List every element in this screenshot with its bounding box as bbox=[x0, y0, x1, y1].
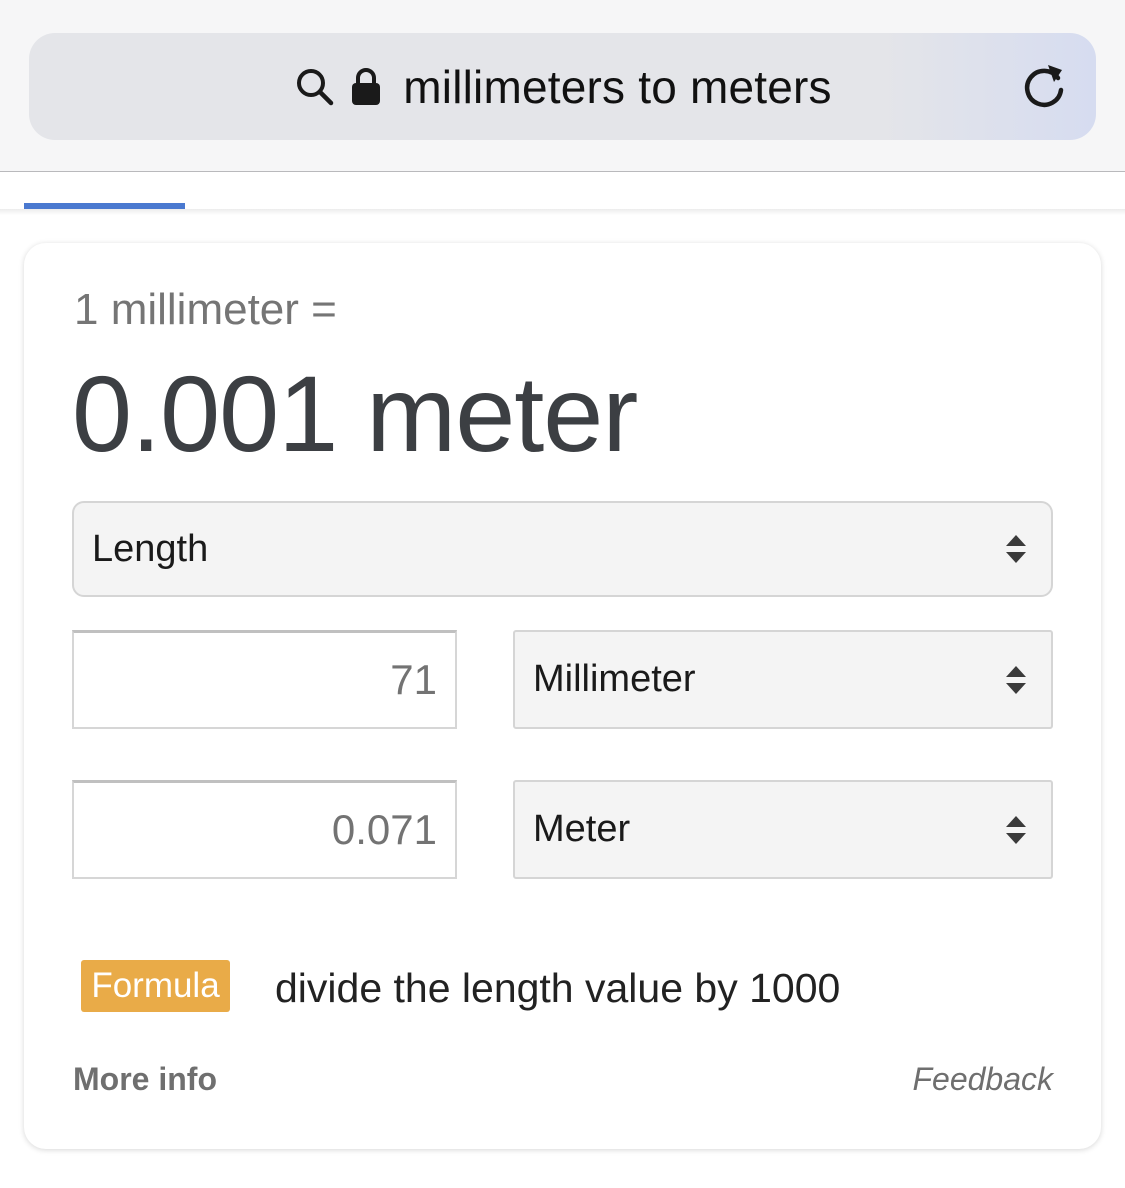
from-unit-value: Millimeter bbox=[533, 658, 696, 700]
strip-shadow bbox=[0, 209, 1125, 215]
address-bar[interactable]: millimeters to meters bbox=[29, 33, 1096, 140]
browser-top-bar: millimeters to meters bbox=[0, 0, 1125, 172]
to-value-input[interactable] bbox=[72, 780, 457, 879]
select-arrows-icon bbox=[1003, 529, 1029, 569]
to-unit-value: Meter bbox=[533, 808, 631, 850]
from-unit-select[interactable]: Millimeter bbox=[513, 630, 1053, 729]
feedback-link[interactable]: Feedback bbox=[912, 1061, 1053, 1098]
select-arrows-icon bbox=[1003, 660, 1029, 700]
unit-converter-card: 1 millimeter = 0.001 meter Length Millim… bbox=[24, 243, 1101, 1149]
conversion-equation: 1 millimeter = bbox=[74, 285, 337, 334]
conversion-result: 0.001 meter bbox=[72, 353, 638, 474]
from-value-input[interactable] bbox=[72, 630, 457, 729]
search-icon bbox=[293, 65, 337, 109]
to-unit-select[interactable]: Meter bbox=[513, 780, 1053, 879]
category-select-value: Length bbox=[92, 527, 209, 570]
address-content: millimeters to meters bbox=[293, 60, 832, 114]
lock-icon bbox=[349, 65, 383, 109]
formula-badge: Formula bbox=[81, 960, 230, 1012]
formula-text: divide the length value by 1000 bbox=[275, 965, 841, 1011]
category-select[interactable]: Length bbox=[72, 501, 1053, 597]
more-info-link[interactable]: More info bbox=[73, 1061, 217, 1098]
select-arrows-icon bbox=[1003, 810, 1029, 850]
address-text: millimeters to meters bbox=[403, 60, 832, 113]
reload-icon[interactable] bbox=[1018, 60, 1070, 112]
loading-progress-indicator bbox=[24, 203, 185, 209]
